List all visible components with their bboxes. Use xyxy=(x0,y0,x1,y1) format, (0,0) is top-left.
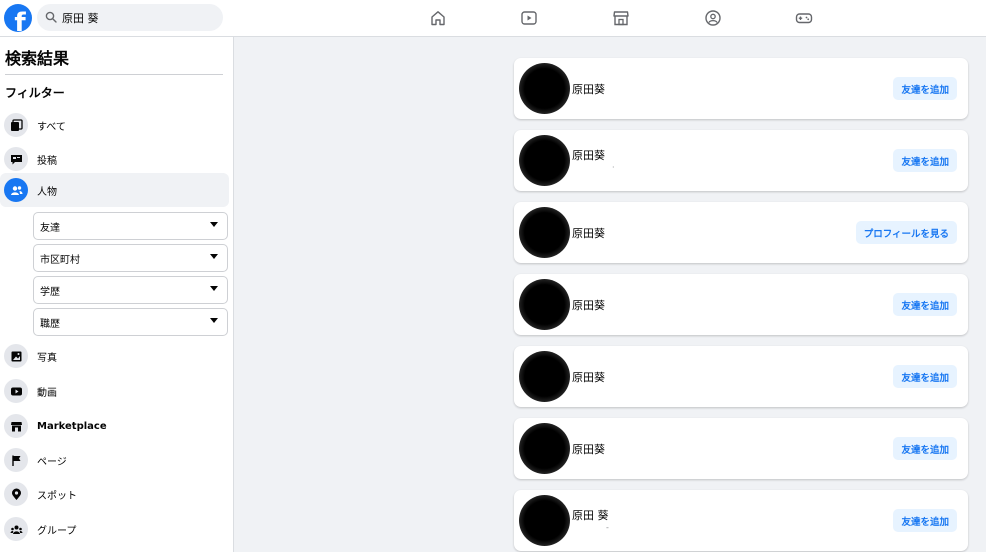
result-name[interactable]: 原田 葵 xyxy=(572,507,609,523)
filters-heading: フィルター xyxy=(5,86,65,100)
dropdown-label: 市区町村 xyxy=(40,254,80,266)
sidebar-item-groups[interactable]: グループ xyxy=(0,512,229,546)
city-filter-dropdown[interactable]: 市区町村 xyxy=(33,244,228,272)
caret-down-icon xyxy=(210,221,218,227)
search-filters-panel: 検索結果 フィルター すべて 投稿 人物 友達 市区町村 学歴 職歴 写真 動画… xyxy=(0,37,234,552)
all-icon xyxy=(4,113,28,137)
result-name[interactable]: 原田葵 xyxy=(572,225,605,241)
map-pin-icon xyxy=(4,482,28,506)
sidebar-item-people[interactable]: 人物 xyxy=(0,173,229,207)
videos-icon xyxy=(4,379,28,403)
photos-icon xyxy=(4,344,28,368)
result-name[interactable]: 原田葵 xyxy=(572,441,605,457)
sidebar-item-label: Marketplace xyxy=(37,420,107,432)
work-filter-dropdown[interactable]: 職歴 xyxy=(33,308,228,336)
add-friend-button[interactable]: 友達を追加 xyxy=(893,437,957,460)
posts-icon xyxy=(4,147,28,171)
dropdown-label: 職歴 xyxy=(40,318,60,330)
facebook-logo[interactable]: f xyxy=(4,4,32,32)
avatar[interactable] xyxy=(519,423,570,474)
result-card[interactable]: 原田葵 プロフィールを見る xyxy=(514,202,968,263)
dropdown-label: 学歴 xyxy=(40,286,60,298)
caret-down-icon xyxy=(210,285,218,291)
home-icon[interactable] xyxy=(429,9,447,27)
sidebar-item-label: ページ xyxy=(37,456,67,468)
avatar[interactable] xyxy=(519,351,570,402)
avatar[interactable] xyxy=(519,207,570,258)
result-card[interactable]: 原田葵 友達を追加 xyxy=(514,274,968,335)
add-friend-button[interactable]: 友達を追加 xyxy=(893,365,957,388)
add-friend-button[interactable]: 友達を追加 xyxy=(893,293,957,316)
watch-icon[interactable] xyxy=(520,9,538,27)
result-card[interactable]: 原田葵 友達を追加 xyxy=(514,58,968,119)
sidebar-item-label: 写真 xyxy=(37,352,57,364)
avatar[interactable] xyxy=(519,279,570,330)
search-input[interactable] xyxy=(62,11,212,24)
result-subtitle: - xyxy=(606,523,609,532)
add-friend-button[interactable]: 友達を追加 xyxy=(893,149,957,172)
top-navigation-bar: f xyxy=(0,0,986,37)
caret-down-icon xyxy=(210,317,218,323)
result-name[interactable]: 原田葵 xyxy=(572,369,605,385)
sidebar-item-label: 投稿 xyxy=(37,155,57,167)
search-box[interactable] xyxy=(37,4,223,31)
friends-filter-dropdown[interactable]: 友達 xyxy=(33,212,228,240)
result-card[interactable]: 原田葵 · 友達を追加 xyxy=(514,130,968,191)
sidebar-item-posts[interactable]: 投稿 xyxy=(0,142,229,176)
add-friend-button[interactable]: 友達を追加 xyxy=(893,77,957,100)
avatar[interactable] xyxy=(519,63,570,114)
sidebar-item-videos[interactable]: 動画 xyxy=(0,374,229,408)
avatar[interactable] xyxy=(519,135,570,186)
sidebar-item-label: すべて xyxy=(37,121,66,133)
sidebar-item-marketplace[interactable]: Marketplace xyxy=(0,409,229,443)
groups-icon[interactable] xyxy=(704,9,722,27)
result-card[interactable]: 原田葵 友達を追加 xyxy=(514,346,968,407)
add-friend-button[interactable]: 友達を追加 xyxy=(893,509,957,532)
sidebar-item-pages[interactable]: ページ xyxy=(0,443,229,477)
sidebar-item-label: グループ xyxy=(37,525,77,537)
search-icon xyxy=(45,8,57,27)
caret-down-icon xyxy=(210,253,218,259)
result-subtitle: · xyxy=(612,163,615,172)
gaming-icon[interactable] xyxy=(795,9,813,27)
result-card[interactable]: 原田葵 友達を追加 xyxy=(514,418,968,479)
divider xyxy=(5,74,223,75)
result-name[interactable]: 原田葵 xyxy=(572,297,605,313)
logo-letter: f xyxy=(14,8,26,32)
avatar[interactable] xyxy=(519,495,570,546)
view-profile-button[interactable]: プロフィールを見る xyxy=(855,221,957,244)
dropdown-label: 友達 xyxy=(40,222,60,234)
sidebar-item-photos[interactable]: 写真 xyxy=(0,339,229,373)
flag-icon xyxy=(4,448,28,472)
marketplace-icon xyxy=(4,414,28,438)
sidebar-item-all[interactable]: すべて xyxy=(0,108,229,142)
result-name[interactable]: 原田葵 xyxy=(572,81,605,97)
sidebar-item-label: スポット xyxy=(37,490,77,502)
sidebar-item-label: 動画 xyxy=(37,387,57,399)
result-card[interactable]: 原田 葵 - 友達を追加 xyxy=(514,490,968,551)
groups-icon xyxy=(4,517,28,541)
page-title: 検索結果 xyxy=(5,49,70,68)
marketplace-icon[interactable] xyxy=(612,9,630,27)
education-filter-dropdown[interactable]: 学歴 xyxy=(33,276,228,304)
sidebar-item-places[interactable]: スポット xyxy=(0,477,229,511)
people-icon xyxy=(4,178,28,202)
sidebar-item-label: 人物 xyxy=(37,186,57,198)
result-name[interactable]: 原田葵 xyxy=(572,147,605,163)
